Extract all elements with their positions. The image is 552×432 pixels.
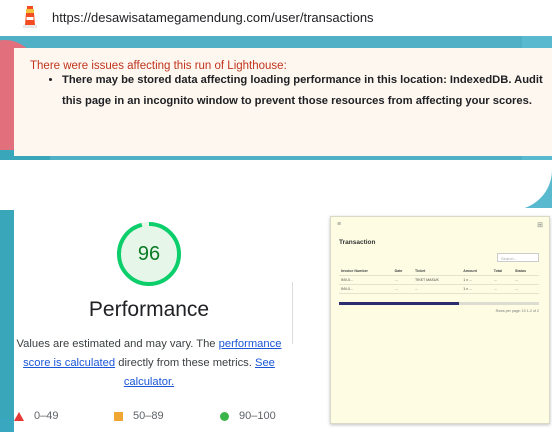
legend-label: 0–49 bbox=[34, 410, 59, 422]
menu-icon: ≡ bbox=[337, 221, 342, 228]
legend-label: 90–100 bbox=[239, 410, 276, 422]
performance-summary: 96 Performance Values are estimated and … bbox=[14, 208, 552, 432]
column-header: Status bbox=[513, 267, 539, 276]
table-cell: ... bbox=[413, 284, 462, 294]
grid-icon: ⊞ bbox=[537, 222, 543, 229]
performance-score: 96 bbox=[137, 242, 161, 265]
table-row: INV-0... ... ... 1 x ... ... ... bbox=[339, 284, 539, 294]
column-header: Total bbox=[491, 267, 514, 276]
column-header: Date bbox=[392, 267, 413, 276]
column-header: Amount bbox=[461, 267, 492, 276]
report-topbar: https://desawisatamegamendung.com/user/t… bbox=[0, 0, 552, 36]
legend-item-fail: 0–49 bbox=[14, 410, 58, 422]
table-cell: 1 x ... bbox=[461, 284, 492, 294]
thumbnail-heading: Transaction bbox=[339, 239, 376, 246]
table-header-row: Invoice Number Date Ticket Amount Total … bbox=[339, 267, 539, 276]
thumbnail-scrollbar bbox=[339, 302, 539, 305]
column-header: Ticket bbox=[413, 267, 462, 276]
legend-label: 50–89 bbox=[133, 410, 164, 422]
description-text: directly from these metrics. bbox=[115, 357, 255, 369]
table-cell: ... bbox=[513, 275, 539, 285]
table-row: INV-0... ... TIKET MASUK 1 x ... ... ... bbox=[339, 275, 539, 285]
warning-item: There may be stored data affecting loadi… bbox=[62, 70, 552, 112]
lighthouse-icon bbox=[23, 6, 37, 28]
thumbnail-pager: Rows per page: 10 1-2 of 2 bbox=[495, 309, 539, 313]
category-title: Performance bbox=[88, 298, 210, 321]
column-header: Invoice Number bbox=[339, 267, 393, 276]
score-description: Values are estimated and may vary. The p… bbox=[14, 335, 284, 392]
score-legend: 0–49 50–89 90–100 bbox=[14, 410, 304, 428]
warning-box: There were issues affecting this run of … bbox=[14, 48, 552, 156]
circle-pass-icon bbox=[220, 411, 229, 421]
table-cell: ... bbox=[392, 284, 413, 294]
table-cell: ... bbox=[491, 275, 514, 285]
table-cell: 1 x ... bbox=[461, 275, 492, 285]
description-text: Values are estimated and may vary. The bbox=[16, 338, 219, 350]
divider bbox=[292, 282, 293, 344]
thumbnail-table: Invoice Number Date Ticket Amount Total … bbox=[339, 267, 539, 294]
warning-list: There may be stored data affecting loadi… bbox=[42, 70, 552, 112]
table-cell: ... bbox=[491, 284, 514, 294]
table-cell: INV-0... bbox=[339, 284, 393, 294]
table-cell: TIKET MASUK bbox=[413, 275, 462, 285]
legend-item-average: 50–89 bbox=[114, 410, 164, 422]
page-url: https://desawisatamegamendung.com/user/t… bbox=[52, 10, 374, 25]
triangle-fail-icon bbox=[14, 411, 24, 421]
background-band bbox=[0, 160, 552, 210]
legend-item-pass: 90–100 bbox=[220, 410, 276, 422]
thumbnail-search: Search... bbox=[497, 253, 539, 262]
scrollbar-thumb bbox=[339, 302, 459, 305]
table-cell: INV-0... bbox=[339, 275, 393, 285]
table-cell: ... bbox=[392, 275, 413, 285]
final-screenshot-thumbnail[interactable]: ≡ ⊞ Transaction Search... Invoice Number… bbox=[330, 216, 550, 424]
table-cell: ... bbox=[513, 284, 539, 294]
square-average-icon bbox=[114, 411, 123, 421]
